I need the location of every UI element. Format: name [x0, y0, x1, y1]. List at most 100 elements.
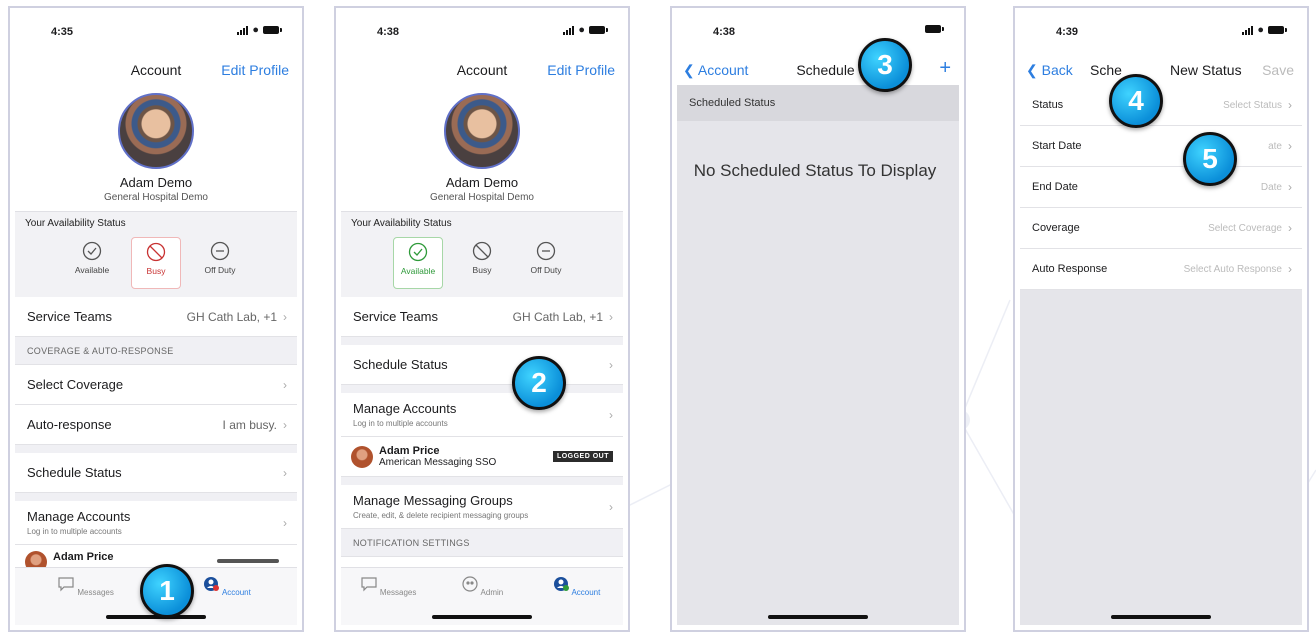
busy-label: Busy	[146, 266, 166, 276]
availability-panel: Your Availability Status Available Busy …	[341, 211, 623, 297]
start-date-value: ate	[1268, 140, 1282, 152]
schedule-list: Scheduled Status No Scheduled Status To …	[677, 85, 959, 625]
manage-accounts-subtitle: Log in to multiple accounts	[353, 419, 448, 428]
user-organization: General Hospital Demo	[430, 192, 534, 203]
nav-bar: ❮ Back Sche New Status Save	[1020, 57, 1302, 85]
edit-profile-button[interactable]: Edit Profile	[221, 62, 289, 78]
tab-messages-label: Messages	[77, 588, 114, 597]
account-name: Adam Price	[379, 445, 440, 457]
page-title-right: New Status	[1170, 62, 1242, 78]
manage-groups-label: Manage Messaging Groups	[353, 493, 513, 508]
tab-account-label: Account	[571, 588, 601, 597]
chevron-right-icon: ›	[283, 417, 287, 432]
chevron-right-icon: ›	[1288, 139, 1292, 153]
status-icons	[925, 25, 944, 33]
off-duty-label: Off Duty	[530, 265, 562, 275]
availability-panel: Your Availability Status Available Busy …	[15, 211, 297, 297]
nav-bar: Account Edit Profile	[15, 57, 297, 85]
chevron-right-icon: ›	[283, 377, 287, 392]
status-bar: 4:38 ●	[341, 13, 623, 57]
battery-icon	[925, 25, 944, 33]
step-badge-4: 4	[1109, 74, 1163, 128]
start-date-row[interactable]: Start Date ate ›	[1020, 126, 1302, 167]
profile-header: Adam Demo General Hospital Demo	[341, 85, 623, 203]
manage-accounts-row[interactable]: Manage Accounts Log in to multiple accou…	[15, 501, 297, 545]
edit-profile-button[interactable]: Edit Profile	[547, 62, 615, 78]
avatar[interactable]	[444, 93, 520, 169]
manage-accounts-label: Manage Accounts	[27, 509, 131, 524]
status-icons: ●	[563, 24, 608, 36]
schedule-status-row[interactable]: Schedule Status ›	[15, 453, 297, 493]
account-icon	[204, 577, 220, 591]
profile-header: Adam Demo General Hospital Demo	[15, 85, 297, 203]
section-header-coverage: COVERAGE & AUTO-RESPONSE	[15, 337, 297, 365]
chevron-right-icon: ›	[283, 465, 287, 480]
availability-available-button[interactable]: Available	[393, 237, 443, 289]
account-item[interactable]: Adam Price American Messaging SSO LOGGED…	[341, 437, 623, 477]
coverage-row[interactable]: Coverage Select Coverage ›	[1020, 208, 1302, 249]
phone-screen-3: 4:38 ❮ Account Schedule Sta + Scheduled …	[670, 6, 966, 632]
status-bar: 4:35 ●	[15, 13, 297, 57]
manage-accounts-row[interactable]: Manage Accounts Log in to multiple accou…	[341, 393, 623, 437]
battery-icon	[263, 26, 282, 34]
status-icons: ●	[237, 25, 282, 36]
add-button[interactable]: +	[939, 57, 951, 80]
step-badge-3: 3	[858, 38, 912, 92]
availability-off-duty-button[interactable]: Off Duty	[195, 237, 245, 289]
auto-response-row[interactable]: Auto-response I am busy. ›	[15, 405, 297, 445]
manage-accounts-label: Manage Accounts	[353, 401, 457, 416]
select-coverage-label: Select Coverage	[27, 377, 124, 392]
availability-busy-button[interactable]: Busy	[131, 237, 181, 289]
schedule-status-row[interactable]: Schedule Status ›	[341, 345, 623, 385]
signal-icon	[237, 25, 249, 35]
availability-header: Your Availability Status	[351, 218, 452, 229]
schedule-status-label: Schedule Status	[27, 465, 122, 480]
service-teams-value: GH Cath Lab, +1	[512, 309, 603, 324]
end-date-label: End Date	[1032, 181, 1078, 193]
phone-screen-4: 4:39 ● ❮ Back Sche New Status Save Statu…	[1013, 6, 1309, 632]
home-indicator	[768, 615, 868, 619]
auto-response-label: Auto Response	[1032, 263, 1108, 275]
phone-screen-2: 4:38 ● Account Edit Profile Adam Demo Ge…	[334, 6, 630, 632]
auto-response-label: Auto-response	[27, 417, 112, 432]
service-teams-row[interactable]: Service Teams GH Cath Lab, +1 ›	[341, 297, 623, 337]
wifi-icon: ●	[578, 24, 585, 36]
end-date-row[interactable]: End Date Date ›	[1020, 167, 1302, 208]
status-label: Status	[1032, 99, 1064, 111]
clock: 4:39	[1056, 26, 1079, 38]
status-bar: 4:38	[677, 13, 959, 57]
available-label: Available	[400, 266, 436, 276]
coverage-label: Coverage	[1032, 222, 1080, 234]
save-button[interactable]: Save	[1262, 62, 1294, 78]
availability-busy-button[interactable]: Busy	[457, 237, 507, 289]
chat-bubble-icon	[58, 577, 74, 592]
chevron-right-icon: ›	[1288, 180, 1292, 194]
wifi-icon: ●	[1257, 24, 1264, 36]
availability-off-duty-button[interactable]: Off Duty	[521, 237, 571, 289]
battery-icon	[589, 26, 608, 34]
back-button[interactable]: ❮ Back	[1026, 62, 1073, 79]
auto-response-row[interactable]: Auto Response Select Auto Response ›	[1020, 249, 1302, 290]
busy-circle-icon	[472, 241, 492, 261]
logged-out-badge: LOGGED OUT	[552, 451, 613, 462]
service-teams-row[interactable]: Service Teams GH Cath Lab, +1 ›	[15, 297, 297, 337]
manage-groups-row[interactable]: Manage Messaging Groups Create, edit, & …	[341, 485, 623, 529]
avatar[interactable]	[118, 93, 194, 169]
service-teams-label: Service Teams	[27, 309, 113, 324]
clock: 4:35	[51, 26, 74, 38]
admin-icon	[462, 576, 478, 592]
user-name: Adam Demo	[119, 175, 193, 190]
home-indicator	[432, 615, 532, 619]
tab-account[interactable]: Account	[546, 576, 606, 625]
tab-messages[interactable]: Messages	[358, 576, 418, 625]
coverage-value: Select Coverage	[1208, 222, 1282, 234]
availability-header: Your Availability Status	[25, 218, 126, 229]
start-date-label: Start Date	[1032, 140, 1082, 152]
availability-available-button[interactable]: Available	[67, 237, 117, 289]
chat-bubble-icon	[361, 577, 377, 592]
home-indicator	[1111, 615, 1211, 619]
manage-accounts-subtitle: Log in to multiple accounts	[27, 527, 122, 536]
select-coverage-row[interactable]: Select Coverage ›	[15, 365, 297, 405]
busy-circle-icon	[146, 242, 166, 262]
user-name: Adam Demo	[445, 175, 519, 190]
